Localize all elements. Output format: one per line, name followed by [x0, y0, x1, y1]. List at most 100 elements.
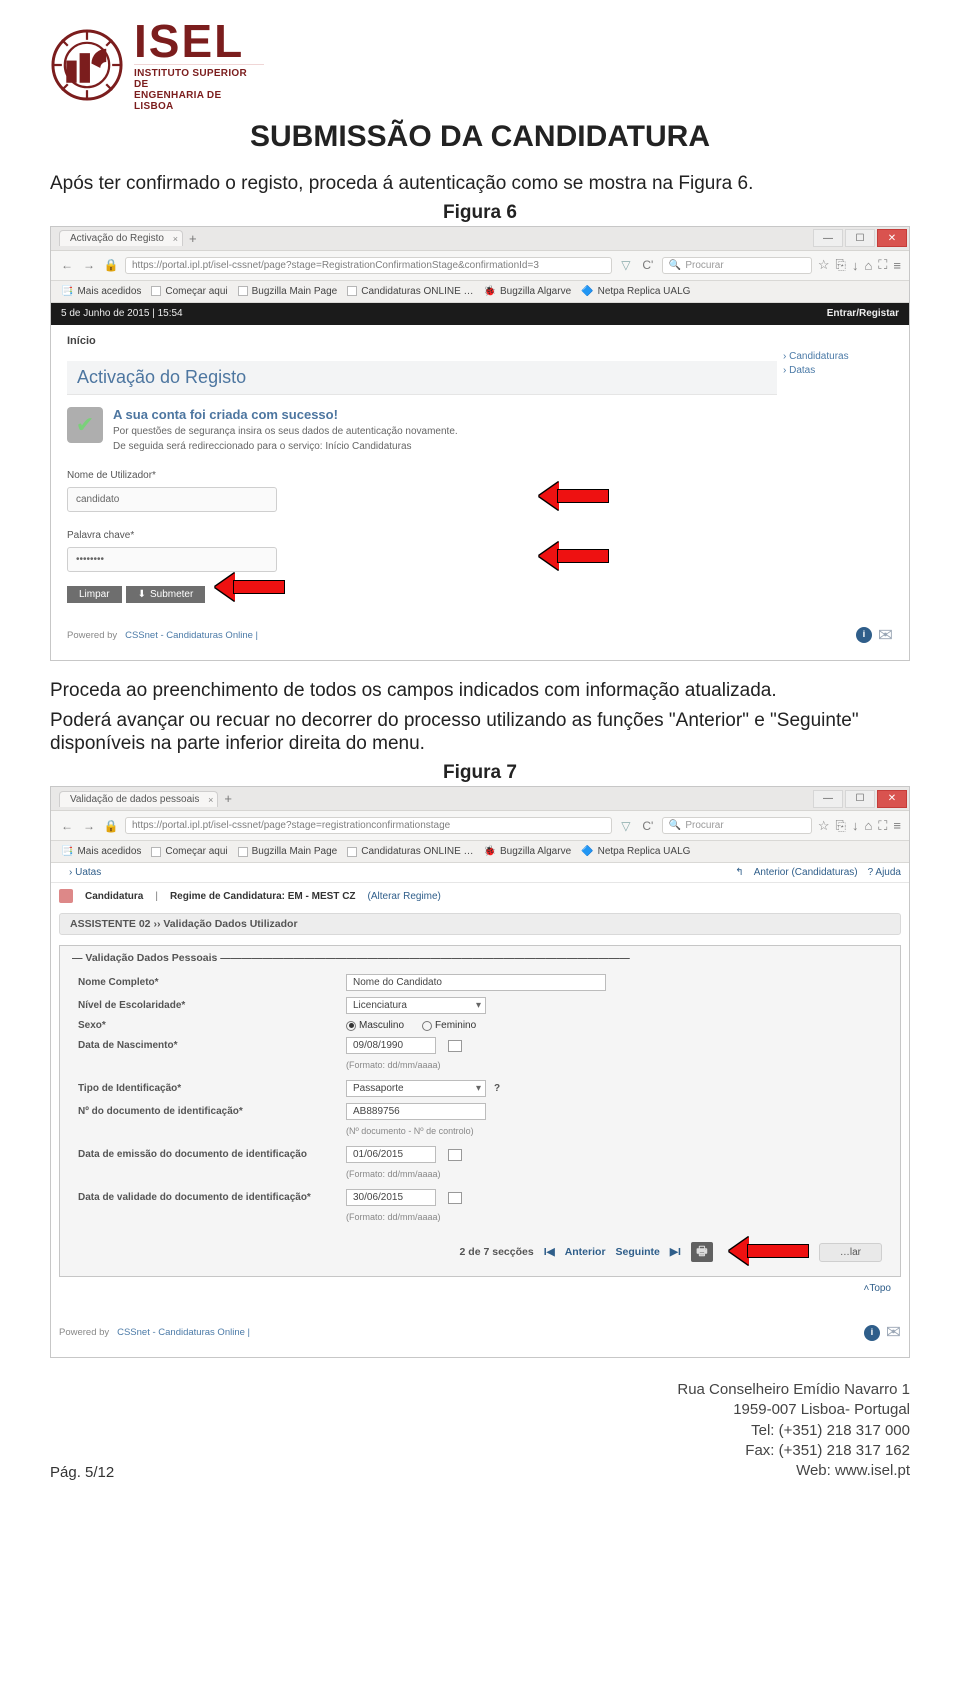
home-icon[interactable]: ⌂ [864, 818, 872, 833]
sidebar-item-datas[interactable]: Datas [783, 365, 893, 376]
submeter-button[interactable]: ⬇Submeter [126, 586, 206, 603]
star-icon[interactable]: ☆ [818, 818, 830, 834]
pager-last-icon[interactable]: ▶I [670, 1246, 681, 1258]
star-icon[interactable]: ☆ [818, 257, 830, 273]
bookmark-item[interactable]: Candidaturas ONLINE … [347, 286, 473, 297]
close-window-button[interactable]: ✕ [877, 229, 907, 247]
nome-label: Nome Completo* [78, 977, 338, 988]
success-sub1: Por questões de segurança insira os seus… [113, 426, 458, 437]
nome-input[interactable] [346, 974, 606, 991]
bookmark-item[interactable]: 🔷 Netpa Replica UALG [581, 286, 690, 297]
close-window-button[interactable]: ✕ [877, 790, 907, 808]
bookmark-item[interactable]: Candidaturas ONLINE … [347, 846, 473, 857]
sexo-masculino-radio[interactable]: Masculino [346, 1020, 404, 1031]
info-icon[interactable]: i [864, 1325, 880, 1341]
bookmark-item[interactable]: 🔷 Netpa Replica UALG [581, 846, 690, 857]
pager-first-icon[interactable]: I◀ [544, 1246, 555, 1258]
mail-icon[interactable]: ✉ [886, 1322, 901, 1343]
menu-icon[interactable]: ≡ [893, 258, 901, 273]
alterar-regime-link[interactable]: (Alterar Regime) [368, 891, 441, 902]
cssnet-link[interactable]: CSSnet - Candidaturas Online | [117, 1327, 250, 1338]
close-tab-icon[interactable]: × [173, 234, 178, 244]
forward-icon[interactable]: → [81, 818, 97, 834]
login-link[interactable]: Entrar/Registar [827, 308, 899, 319]
bookmark-item[interactable]: Começar aqui [151, 286, 227, 297]
browser-tab[interactable]: Validação de dados pessoais × [59, 791, 218, 807]
browser-addressbar: ← → 🔒 https://portal.ipl.pt/isel-cssnet/… [51, 811, 909, 841]
back-icon[interactable]: ← [59, 818, 75, 834]
download-icon[interactable]: ↓ [852, 258, 859, 273]
history-icon[interactable]: C' [640, 818, 656, 834]
browser-tabbar: Validação de dados pessoais × + — ☐ ✕ [51, 787, 909, 811]
tab-title: Activação do Registo [70, 233, 164, 244]
minimize-button[interactable]: — [813, 790, 843, 808]
download-icon[interactable]: ↓ [852, 818, 859, 833]
sexo-feminino-radio[interactable]: Feminino [422, 1020, 476, 1031]
limpar-button[interactable]: Limpar [67, 586, 122, 603]
reader-icon[interactable]: ▽ [618, 818, 634, 834]
home-icon[interactable]: ⌂ [864, 258, 872, 273]
help-link[interactable]: ? Ajuda [868, 867, 901, 878]
clipboard-icon[interactable]: ⎘ [836, 818, 846, 834]
password-input[interactable] [67, 547, 277, 572]
reader-icon[interactable]: ▽ [618, 257, 634, 273]
back-to-top-link[interactable]: Topo [59, 1277, 901, 1300]
search-input[interactable]: 🔍 Procurar [662, 817, 812, 834]
ndoc-input[interactable] [346, 1103, 486, 1120]
maximize-button[interactable]: ☐ [845, 229, 875, 247]
bookmark-item[interactable]: Bugzilla Main Page [238, 286, 338, 297]
validade-input[interactable] [346, 1189, 436, 1206]
back-arrow-icon[interactable]: ↰ [735, 867, 743, 878]
info-icon[interactable]: i [856, 627, 872, 643]
new-tab-button[interactable]: + [189, 231, 197, 246]
bookmark-item[interactable]: 📑 Mais acedidos [61, 846, 141, 857]
bookmark-item[interactable]: Bugzilla Main Page [238, 846, 338, 857]
cancel-button[interactable]: …lar [819, 1243, 882, 1262]
clipboard-icon[interactable]: ⎘ [836, 257, 846, 273]
address-input[interactable]: https://portal.ipl.pt/isel-cssnet/page?s… [125, 257, 612, 274]
emissao-label: Data de emissão do documento de identifi… [78, 1149, 338, 1160]
pager-seguinte-link[interactable]: Seguinte [616, 1246, 660, 1258]
history-icon[interactable]: C' [640, 257, 656, 273]
nivel-select[interactable]: Licenciatura [346, 997, 486, 1014]
nascimento-input[interactable] [346, 1037, 436, 1054]
tipoid-select[interactable]: Passaporte [346, 1080, 486, 1097]
minimize-button[interactable]: — [813, 229, 843, 247]
doc-para-2a: Proceda ao preenchimento de todos os cam… [50, 679, 910, 703]
calendar-icon[interactable] [448, 1192, 462, 1204]
bookmark-item[interactable]: 🐞 Bugzilla Algarve [484, 846, 572, 857]
fullscreen-icon[interactable]: ⛶ [878, 818, 887, 834]
username-input[interactable] [67, 487, 277, 512]
browser-tab[interactable]: Activação do Registo × [59, 230, 183, 246]
forward-icon[interactable]: → [81, 257, 97, 273]
calendar-icon[interactable] [448, 1149, 462, 1161]
search-input[interactable]: 🔍 Procurar [662, 257, 812, 274]
success-sub2: De seguida será redireccionado para o se… [113, 441, 458, 452]
back-icon[interactable]: ← [59, 257, 75, 273]
top-anterior-link[interactable]: Anterior (Candidaturas) [754, 867, 858, 878]
cssnet-link[interactable]: CSSnet - Candidaturas Online | [125, 630, 258, 641]
maximize-button[interactable]: ☐ [845, 790, 875, 808]
help-icon[interactable]: ? [494, 1083, 500, 1094]
address-input[interactable]: https://portal.ipl.pt/isel-cssnet/page?s… [125, 817, 612, 834]
sidebar-item-candidaturas[interactable]: Candidaturas [783, 351, 893, 362]
bookmark-item[interactable]: Começar aqui [151, 846, 227, 857]
ndoc-hint: (Nº documento - Nº de controlo) [346, 1126, 882, 1136]
menu-icon[interactable]: ≡ [893, 818, 901, 833]
print-icon[interactable]: 🖶 [691, 1242, 713, 1262]
mail-icon[interactable]: ✉ [878, 625, 893, 646]
fullscreen-icon[interactable]: ⛶ [878, 257, 887, 273]
search-icon: 🔍 [669, 820, 681, 831]
validade-label: Data de validade do documento de identif… [78, 1192, 338, 1203]
bookmark-item[interactable]: 📑 Mais acedidos [61, 286, 141, 297]
pager-anterior-link[interactable]: Anterior [565, 1246, 606, 1258]
validade-format-hint: (Formato: dd/mm/aaaa) [346, 1212, 882, 1222]
bookmark-item[interactable]: 🐞 Bugzilla Algarve [484, 286, 572, 297]
annotation-arrow-icon [729, 1238, 809, 1266]
calendar-icon[interactable] [448, 1040, 462, 1052]
footer-address: Rua Conselheiro Emídio Navarro 1 [677, 1380, 910, 1400]
emissao-input[interactable] [346, 1146, 436, 1163]
close-tab-icon[interactable]: × [208, 795, 213, 805]
ndoc-label: Nº do documento de identificação* [78, 1106, 338, 1117]
new-tab-button[interactable]: + [224, 791, 232, 806]
